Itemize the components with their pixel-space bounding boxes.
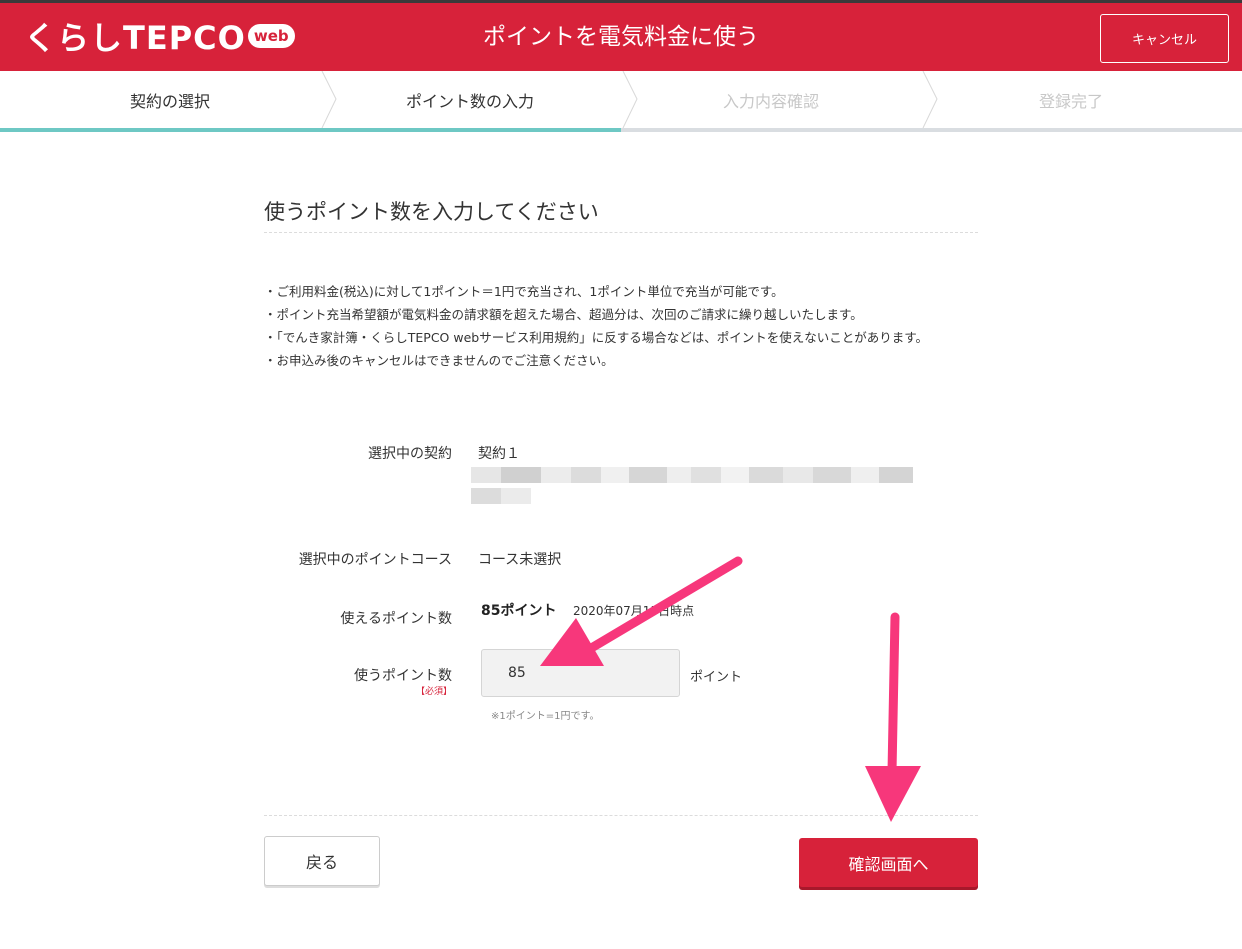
- progress-steps: 契約の選択 ポイント数の入力 入力内容確認 登録完了: [0, 71, 1242, 132]
- available-points-label: 使えるポイント数: [340, 611, 452, 627]
- note-item: ・「でんき家計簿・くらしTEPCO webサービス利用規約」に反する場合などは、…: [264, 330, 928, 345]
- divider: [264, 815, 978, 816]
- step-label: ポイント数の入力: [405, 91, 534, 111]
- progress-bar-fill: [0, 128, 621, 132]
- back-button[interactable]: 戻る: [264, 836, 380, 886]
- contract-label: 選択中の契約: [368, 446, 452, 462]
- course-value: コース未選択: [478, 552, 562, 568]
- step-label: 契約の選択: [129, 91, 210, 111]
- step-point-input: ポイント数の入力: [315, 71, 625, 128]
- note-item: ・ポイント充当希望額が電気料金の請求額を超えた場合、超過分は、次回のご請求に繰り…: [264, 307, 863, 322]
- available-points-value: 85ポイント: [481, 603, 557, 619]
- cancel-button[interactable]: キャンセル: [1100, 14, 1229, 63]
- required-badge: 【必須】: [415, 687, 452, 697]
- course-label: 選択中のポイントコース: [298, 552, 452, 568]
- confirm-button[interactable]: 確認画面へ: [799, 838, 978, 887]
- use-points-label: 使うポイント数: [354, 668, 452, 684]
- section-title: 使うポイント数を入力してください: [264, 200, 599, 224]
- arrow-icon: [865, 612, 921, 822]
- page-title: ポイントを電気料金に使う: [483, 24, 759, 50]
- step-label: 入力内容確認: [722, 91, 819, 111]
- available-points-date: 2020年07月15日時点: [573, 604, 695, 618]
- redacted-address-line2: [471, 488, 531, 504]
- use-points-input[interactable]: [481, 649, 680, 697]
- step-confirm-input: 入力内容確認: [616, 71, 926, 128]
- step-contract-selection: 契約の選択: [15, 71, 325, 128]
- step-registration-complete: 登録完了: [916, 71, 1226, 128]
- note-item: ・お申込み後のキャンセルはできませんのでご注意ください。: [264, 353, 614, 368]
- redacted-address: [471, 467, 913, 483]
- notes-list: ・ご利用料金(税込)に対して1ポイント＝1円で充当され、1ポイント単位で充当が可…: [264, 280, 984, 372]
- contract-value: 契約１: [478, 446, 520, 462]
- progress-bar: [0, 128, 1242, 132]
- step-label: 登録完了: [1038, 91, 1103, 111]
- points-hint: ※1ポイント=1円です。: [491, 711, 600, 722]
- app-header: くらしTEPCO web ポイントを電気料金に使う キャンセル: [0, 0, 1242, 71]
- note-item: ・ご利用料金(税込)に対して1ポイント＝1円で充当され、1ポイント単位で充当が可…: [264, 284, 784, 299]
- points-unit: ポイント: [690, 670, 743, 685]
- divider: [264, 232, 978, 233]
